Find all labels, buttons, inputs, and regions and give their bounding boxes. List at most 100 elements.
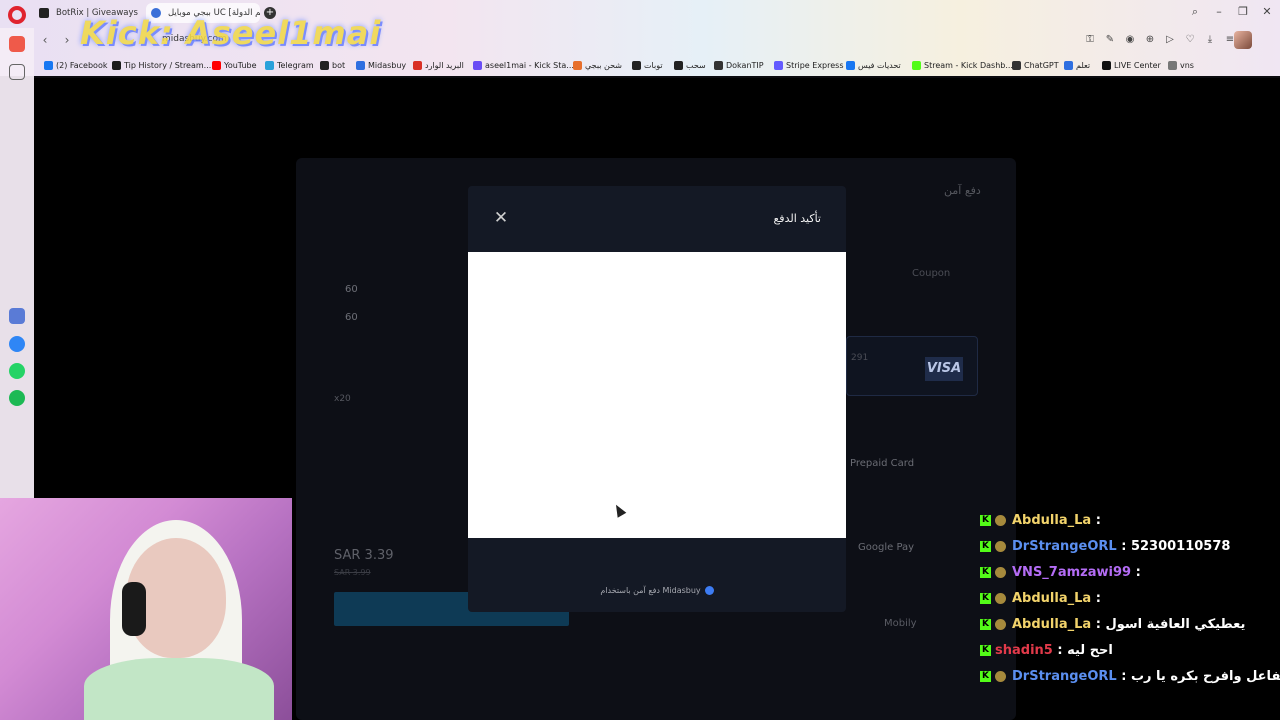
close-icon[interactable]: ✕ <box>492 209 510 227</box>
bookmark-tobat[interactable]: توبات <box>632 58 663 74</box>
stream-overlay-title: Kick: Aseel1mai <box>80 14 382 52</box>
visa-logo: VISA <box>925 357 963 381</box>
card-number: 291 <box>851 353 869 363</box>
close-window-icon[interactable]: ✕ <box>1260 5 1274 19</box>
bookmark-vns[interactable]: vns <box>1168 58 1194 74</box>
bookmark-inbox[interactable]: البريد الوارد <box>413 58 464 74</box>
bookmark-midasbuy[interactable]: Midasbuy <box>356 58 406 74</box>
minimize-icon[interactable]: – <box>1212 5 1226 19</box>
uc-amount: 60 <box>345 312 358 323</box>
quantity-label: x20 <box>334 394 351 404</box>
chat-username: Abdulla_La <box>1012 617 1092 632</box>
bookmark-label: تعلم <box>1076 61 1091 70</box>
payment-confirm-modal: تأكيد الدفع ✕ دفع آمن باستخدام Midasbuy <box>468 186 846 612</box>
chat-message: K DrStrangeORL : باكتر متفاعل وافرح بكره … <box>980 666 1280 688</box>
chat-text: : احح ليه <box>1057 643 1113 658</box>
chat-message: K Abdulla_La : يعطيكي العافية اسول <box>980 614 1245 636</box>
download-icon[interactable]: ⤓ <box>1204 34 1216 46</box>
chat-text: : <box>1095 513 1101 528</box>
bookmark-label: Stream - Kick Dashb... <box>924 61 1013 70</box>
modal-footer: دفع آمن باستخدام Midasbuy <box>468 586 846 595</box>
bookmark-label: Telegram <box>277 61 314 70</box>
key-icon[interactable]: ⚿ <box>1084 34 1096 46</box>
chat-text: : يعطيكي العافية اسول <box>1095 617 1246 632</box>
heart-icon[interactable]: ♡ <box>1184 34 1196 46</box>
home-icon[interactable] <box>9 36 25 52</box>
folder-icon <box>1168 61 1177 70</box>
chat-username: DrStrangeORL <box>1012 539 1117 554</box>
browser-chrome: BotRix | Giveaways ببجي موبايل UC [إسم ا… <box>0 0 1280 76</box>
kick-studio-icon <box>473 61 482 70</box>
whatsapp-icon[interactable] <box>9 363 25 379</box>
chat-text: : <box>1135 565 1141 580</box>
chat-text: : <box>1095 591 1101 606</box>
botrix-favicon-icon <box>39 8 49 18</box>
bookmark-facebook[interactable]: (2) Facebook <box>44 58 107 74</box>
profile-avatar[interactable] <box>1234 31 1252 49</box>
bookmark-label: bot <box>332 61 346 70</box>
bookmark-pubg-charge[interactable]: شحن ببجي <box>573 58 622 74</box>
youtube-icon <box>212 61 221 70</box>
bookmark-label: شحن ببجي <box>585 61 622 70</box>
visa-payment-option[interactable]: 291 VISA <box>846 336 978 396</box>
aria-icon[interactable] <box>9 308 25 324</box>
bookmark-dokantip[interactable]: DokanTIP <box>714 58 764 74</box>
user-badge-icon <box>995 619 1006 630</box>
mouse-cursor-icon <box>611 502 627 518</box>
messenger-icon[interactable] <box>9 336 25 352</box>
kick-badge-icon: K <box>980 671 991 682</box>
star-icon[interactable] <box>9 64 25 80</box>
edit-icon[interactable]: ✎ <box>1104 34 1116 46</box>
search-icon[interactable]: ⌕ <box>1188 5 1202 19</box>
bookmark-face-challenges[interactable]: تحديات فيس <box>846 58 901 74</box>
bookmark-label: توبات <box>644 61 663 70</box>
dokantip-icon <box>714 61 723 70</box>
camera-icon[interactable]: ◉ <box>1124 34 1136 46</box>
chat-username: Abdulla_La <box>1012 513 1092 528</box>
chatgpt-icon <box>1012 61 1021 70</box>
bookmark-label: البريد الوارد <box>425 61 464 70</box>
headset-icon <box>122 582 146 636</box>
bookmark-telegram[interactable]: Telegram <box>265 58 314 74</box>
stripe-icon <box>774 61 783 70</box>
tiktok-icon <box>1102 61 1111 70</box>
bookmark-tip-history[interactable]: Tip History / Stream... <box>112 58 211 74</box>
streamer-body <box>84 658 274 720</box>
mobily-option[interactable]: Mobily <box>884 618 917 629</box>
facebook-icon <box>846 61 855 70</box>
price-original: SAR 3.99 <box>334 568 371 577</box>
back-icon[interactable]: ‹ <box>38 33 52 47</box>
webcam-overlay <box>0 498 292 720</box>
google-pay-option[interactable]: Google Pay <box>858 542 914 553</box>
bookmark-label: YouTube <box>224 61 257 70</box>
chat-username: DrStrangeORL <box>1012 669 1117 684</box>
play-icon[interactable]: ▷ <box>1164 34 1176 46</box>
bot-icon <box>320 61 329 70</box>
bookmark-stripe[interactable]: Stripe Express <box>774 58 844 74</box>
bookmark-bot[interactable]: bot <box>320 58 345 74</box>
bookmark-kick-dashboard[interactable]: Stream - Kick Dashb... <box>912 58 1013 74</box>
coupon-label[interactable]: Coupon <box>912 268 950 279</box>
user-badge-icon <box>995 593 1006 604</box>
opera-logo-icon[interactable] <box>8 6 26 24</box>
chat-message: Kshadin5 : احح ليه <box>980 640 1113 662</box>
shield-icon <box>704 586 714 595</box>
bookmark-youtube[interactable]: YouTube <box>212 58 257 74</box>
payment-iframe[interactable] <box>468 252 846 538</box>
forward-icon[interactable]: › <box>60 33 74 47</box>
restore-icon[interactable]: ❐ <box>1236 5 1250 19</box>
user-badge-icon <box>995 515 1006 526</box>
bookmark-kick-studio[interactable]: aseel1mai - Kick Sta... <box>473 58 574 74</box>
chat-message: K VNS_7amzawi99 : <box>980 562 1141 584</box>
chat-text: : باكتر متفاعل وافرح بكره يا رب <box>1121 669 1280 684</box>
bookmark-live-center[interactable]: LIVE Center <box>1102 58 1161 74</box>
bookmark-withdraw[interactable]: سحب <box>674 58 706 74</box>
vpn-icon[interactable]: ⊕ <box>1144 34 1156 46</box>
spotify-icon[interactable] <box>9 390 25 406</box>
kick-badge-icon: K <box>980 515 991 526</box>
bookmark-chatgpt[interactable]: ChatGPT <box>1012 58 1059 74</box>
chat-username: VNS_7amzawi99 <box>1012 565 1132 580</box>
bookmark-learn[interactable]: تعلم <box>1064 58 1090 74</box>
prepaid-card-option[interactable]: Prepaid Card <box>850 458 914 469</box>
bookmark-label: DokanTIP <box>726 61 764 70</box>
